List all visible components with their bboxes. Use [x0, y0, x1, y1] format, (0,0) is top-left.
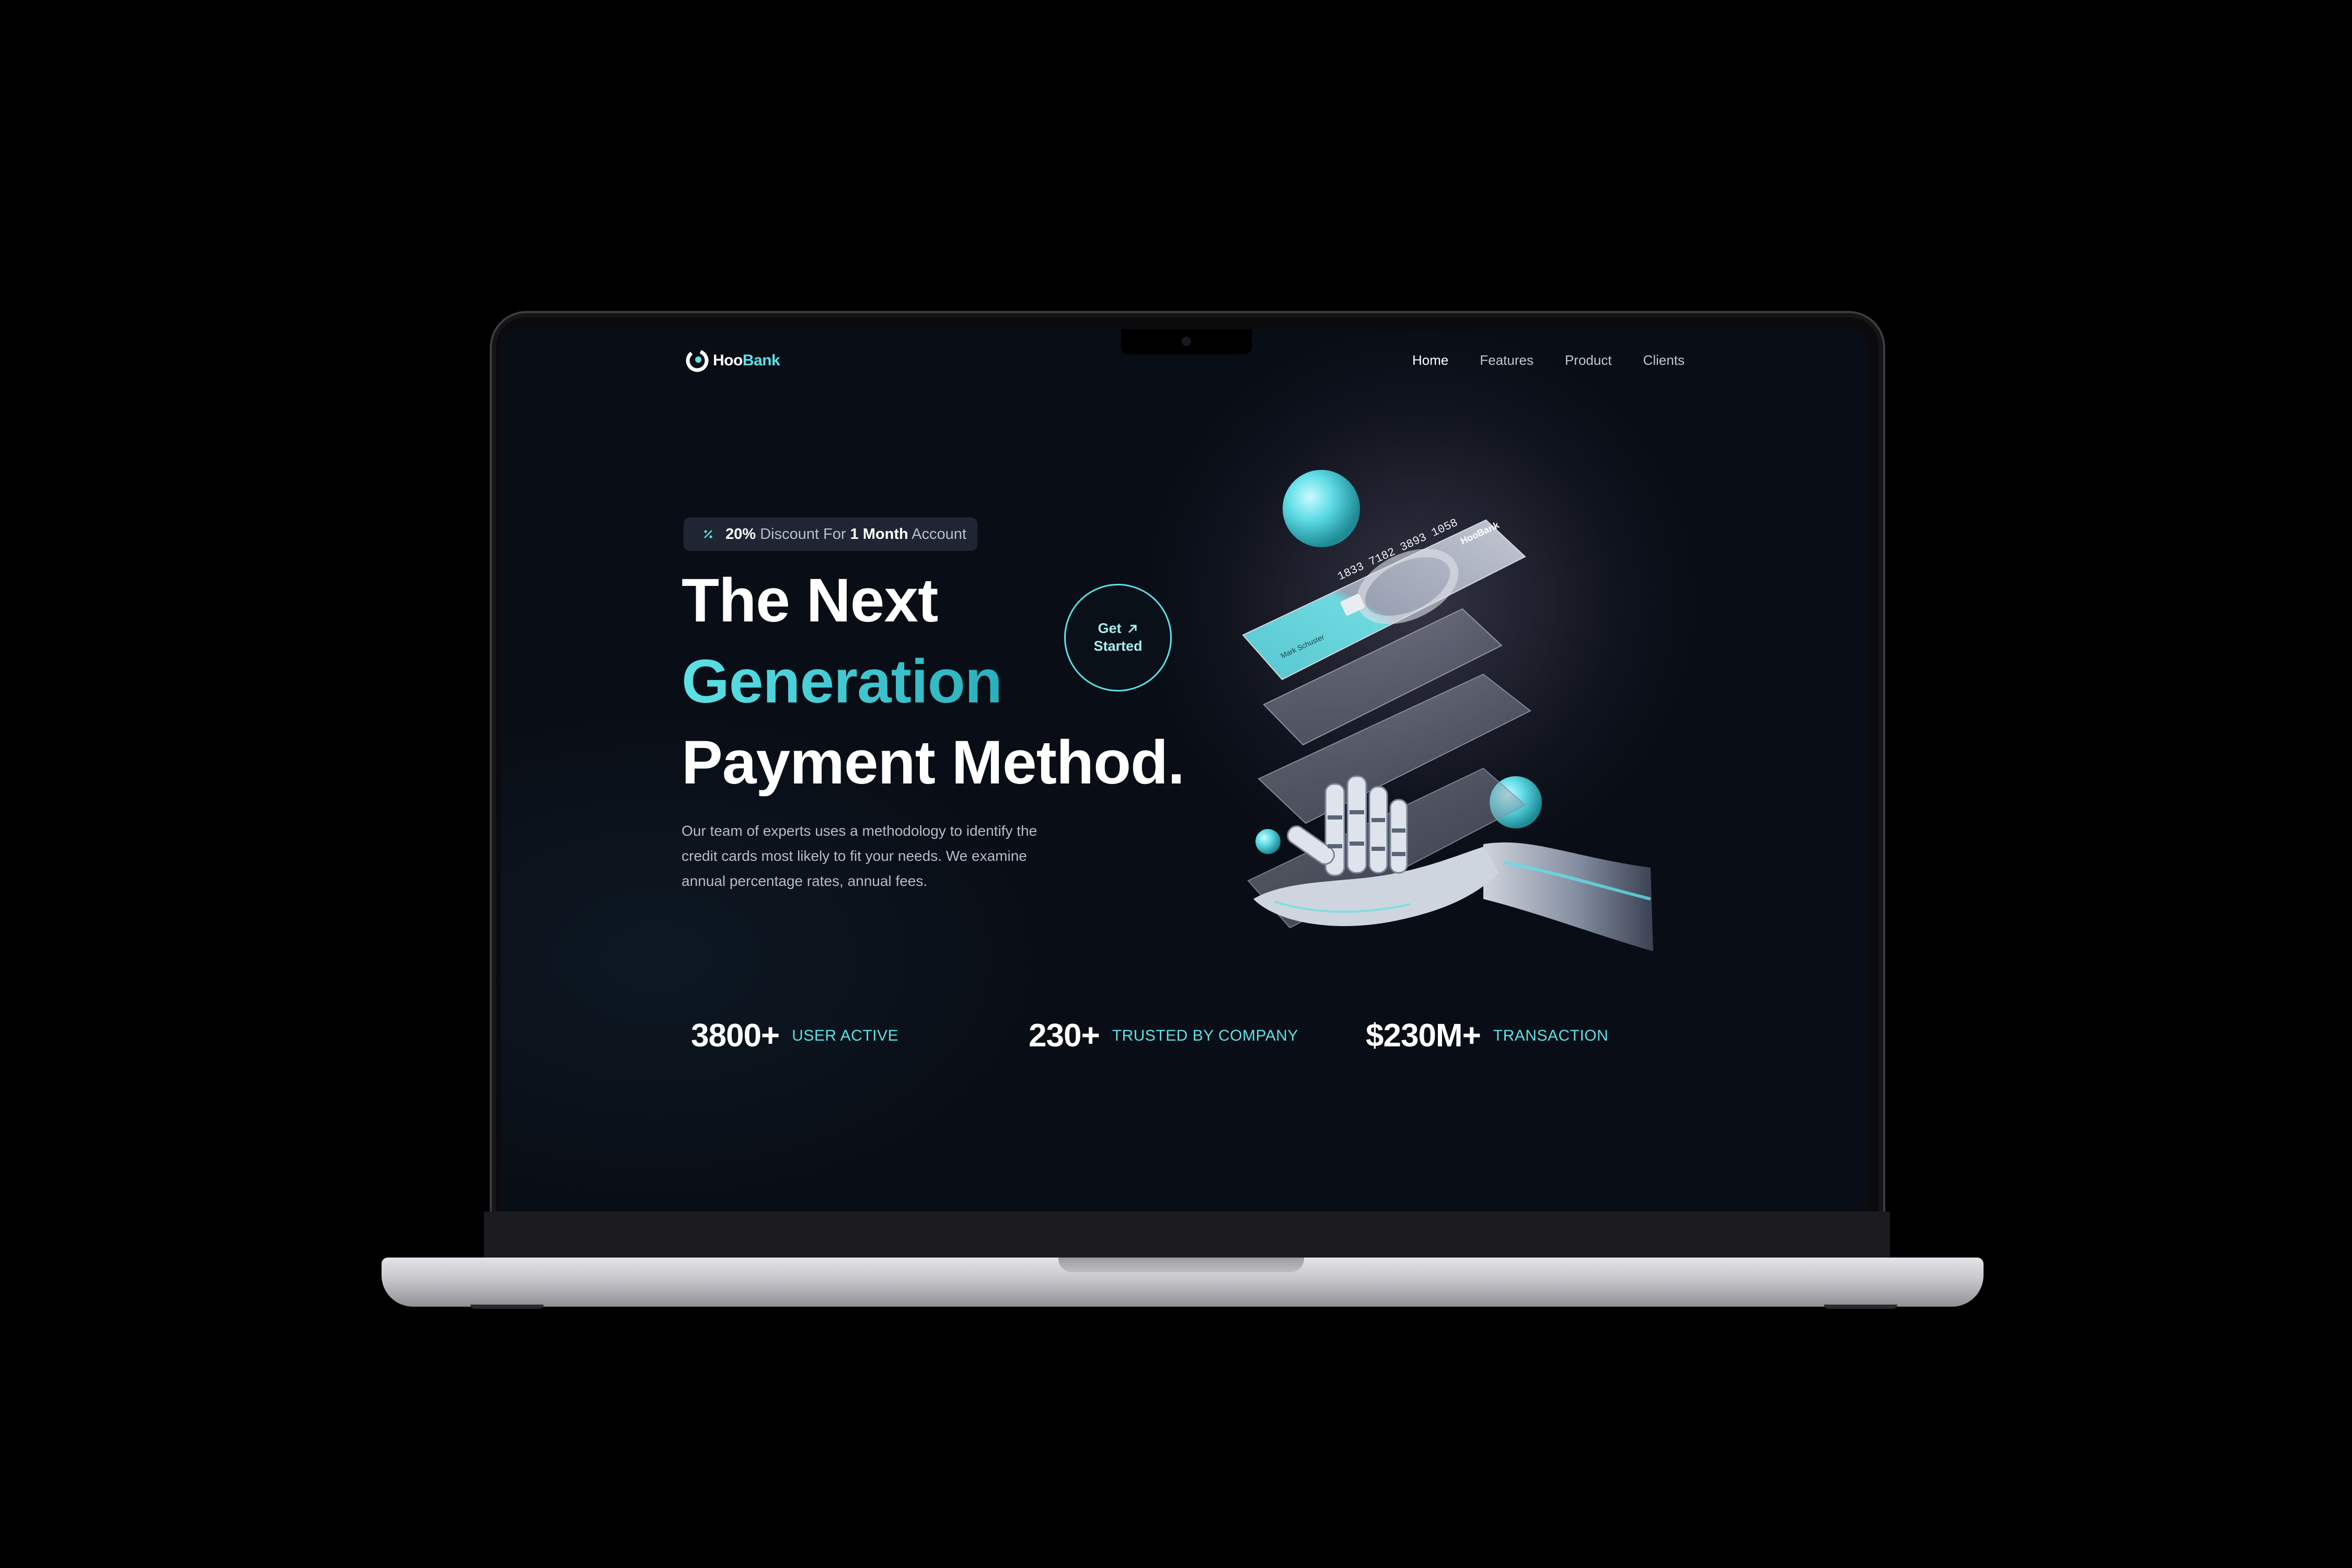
trackpad-notch	[1058, 1258, 1304, 1272]
nav-clients[interactable]: Clients	[1643, 352, 1685, 368]
hero-title-line-1: The Next	[682, 566, 938, 635]
get-started-label-1: Get	[1098, 620, 1122, 637]
nav-home[interactable]: Home	[1412, 352, 1448, 368]
hero-description: Our team of experts uses a methodology t…	[682, 823, 1037, 889]
get-started-button[interactable]: Get Started	[1064, 584, 1172, 691]
stat-companies: 230+ TRUSTED BY COMPANY	[1029, 1017, 1298, 1054]
laptop-screen: HooBank Home Features Product Clients 20…	[501, 329, 1867, 1213]
nav-product[interactable]: Product	[1565, 352, 1612, 368]
stat-companies-value: 230+	[1029, 1018, 1100, 1054]
hero-illustration: 1833 7182 3893 1058 Mark Schuster HooBan…	[1242, 470, 1653, 951]
laptop-base	[382, 1258, 1984, 1307]
sphere-small	[1255, 829, 1281, 854]
camera-notch	[1121, 329, 1252, 354]
stat-transactions-value: $230M+	[1366, 1018, 1481, 1054]
laptop-chin	[484, 1212, 1890, 1258]
nav-features[interactable]: Features	[1480, 352, 1534, 368]
stat-users: 3800+ USER ACTIVE	[691, 1017, 898, 1054]
discount-icon	[704, 530, 712, 538]
sphere-large	[1283, 470, 1360, 547]
stat-users-label: USER ACTIVE	[792, 1027, 899, 1044]
camera-icon	[1182, 337, 1191, 346]
brand-name-part-2: Bank	[742, 352, 780, 369]
discount-duration: 1 Month	[850, 525, 908, 543]
discount-percent: 20%	[725, 525, 756, 543]
discount-text: 20% Discount For 1 Month Account	[725, 526, 966, 543]
stat-transactions-label: TRANSACTION	[1493, 1027, 1609, 1044]
brand-name-part-1: Hoo	[713, 352, 743, 369]
discount-badge: 20% Discount For 1 Month Account	[684, 517, 977, 551]
laptop-foot-left	[470, 1305, 544, 1309]
stat-transactions: $230M+ TRANSACTION	[1366, 1017, 1608, 1054]
brand-name: HooBank	[713, 352, 780, 370]
hoobank-logo-icon	[686, 349, 709, 372]
laptop-foot-right	[1824, 1305, 1897, 1309]
hero-title-line-2: Generation	[682, 647, 1002, 716]
get-started-label-2: Started	[1093, 638, 1143, 654]
hero-title-line-3: Payment Method.	[682, 728, 1185, 797]
robot-arm	[1483, 842, 1653, 951]
main-nav: Home Features Product Clients	[1412, 352, 1685, 368]
arrow-up-right-icon	[1128, 625, 1136, 633]
stat-companies-label: TRUSTED BY COMPANY	[1112, 1027, 1298, 1044]
logo[interactable]: HooBank	[685, 348, 780, 373]
stat-users-value: 3800+	[691, 1018, 780, 1054]
discount-text-mid: Discount For	[756, 525, 850, 543]
discount-text-end: Account	[908, 525, 966, 543]
